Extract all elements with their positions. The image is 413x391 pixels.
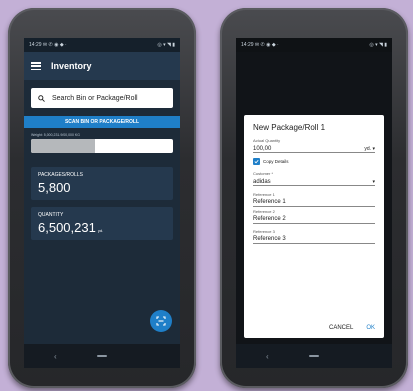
customer-value: adidas: [253, 179, 271, 185]
scan-icon: [156, 316, 166, 326]
nav-home-button[interactable]: [97, 355, 107, 357]
left-device: 14:29 ✉ ✆ ◉ ◆ · ◎ ▾ ◥ ▮ Inventory Search…: [8, 8, 196, 388]
ok-button[interactable]: OK: [366, 325, 375, 331]
reference-3-field[interactable]: Reference 3 Reference 3: [253, 229, 375, 244]
chevron-down-icon: ▾: [372, 179, 375, 185]
reference-2-input[interactable]: Reference 2: [253, 214, 375, 224]
status-bar: 14:29 ✉ ✆ ◉ ◆ · ◎ ▾ ◥ ▮: [236, 38, 392, 52]
packages-label: PACKAGES/ROLLS: [38, 172, 83, 178]
status-time: 14:29: [241, 42, 254, 48]
status-right-icons: ◎ ▾ ◥ ▮: [369, 42, 387, 48]
search-placeholder: Search Bin or Package/Roll: [52, 94, 138, 102]
nav-back-button[interactable]: ‹: [54, 352, 57, 361]
quantity-value: 6,500,231: [38, 220, 96, 235]
nav-back-button[interactable]: ‹: [266, 352, 269, 361]
weight-progress-bar: [31, 139, 173, 153]
copy-details-label: Copy Details: [263, 159, 289, 164]
copy-details-row[interactable]: Copy Details: [253, 158, 375, 165]
status-indicators: ✉ ✆ ◉ ◆ ·: [42, 42, 67, 48]
status-indicators: ✉ ✆ ◉ ◆ ·: [254, 42, 279, 48]
nav-home-button[interactable]: [309, 355, 319, 357]
status-time: 14:29: [29, 42, 42, 48]
android-nav-bar: ‹: [236, 344, 392, 368]
hamburger-menu-icon[interactable]: [31, 62, 41, 70]
dialog-actions: CANCEL OK: [329, 325, 375, 331]
app-bar: Inventory: [24, 52, 180, 80]
check-icon: [254, 159, 259, 164]
quantity-input[interactable]: 100,00: [253, 146, 271, 152]
android-nav-bar: ‹: [24, 344, 180, 368]
reference-2-field[interactable]: Reference 2 Reference 2: [253, 209, 375, 224]
packages-card[interactable]: PACKAGES/ROLLS 5,800: [31, 167, 173, 200]
quantity-unit: yd.: [97, 228, 104, 233]
quantity-label: QUANTITY: [38, 212, 64, 218]
inventory-screen: 14:29 ✉ ✆ ◉ ◆ · ◎ ▾ ◥ ▮ Inventory Search…: [24, 38, 180, 368]
reference-3-input[interactable]: Reference 3: [253, 234, 375, 244]
quantity-field[interactable]: 100,00 yd. ▾: [253, 143, 375, 153]
packages-value: 5,800: [38, 180, 71, 195]
weight-progress-fill: [31, 139, 95, 153]
cancel-button[interactable]: CANCEL: [329, 325, 353, 331]
scan-fab-button[interactable]: [150, 310, 172, 332]
reference-1-field[interactable]: Reference 1 Reference 1: [253, 192, 375, 207]
customer-select[interactable]: adidas ▾: [253, 176, 375, 186]
search-icon: [38, 94, 45, 102]
new-package-dialog: New Package/Roll 1 Actual Quantity 100,0…: [244, 115, 384, 338]
status-right-icons: ◎ ▾ ◥ ▮: [157, 42, 175, 48]
weight-label: Weight: 5,000,231.9/00,000 KG: [31, 133, 80, 137]
dialog-title: New Package/Roll 1: [253, 123, 326, 132]
unit-select[interactable]: yd. ▾: [364, 146, 375, 152]
search-input[interactable]: Search Bin or Package/Roll: [31, 88, 173, 108]
page-title: Inventory: [51, 61, 92, 71]
quantity-card[interactable]: QUANTITY 6,500,231 yd.: [31, 207, 173, 240]
status-bar: 14:29 ✉ ✆ ◉ ◆ · ◎ ▾ ◥ ▮: [24, 38, 180, 52]
right-device: 14:29 ✉ ✆ ◉ ◆ · ◎ ▾ ◥ ▮ New Package/Roll…: [220, 8, 408, 388]
copy-details-checkbox[interactable]: [253, 158, 260, 165]
reference-1-input[interactable]: Reference 1: [253, 197, 375, 207]
new-package-screen: 14:29 ✉ ✆ ◉ ◆ · ◎ ▾ ◥ ▮ New Package/Roll…: [236, 38, 392, 368]
scan-bin-button[interactable]: SCAN BIN OR PACKAGE/ROLL: [24, 116, 180, 128]
